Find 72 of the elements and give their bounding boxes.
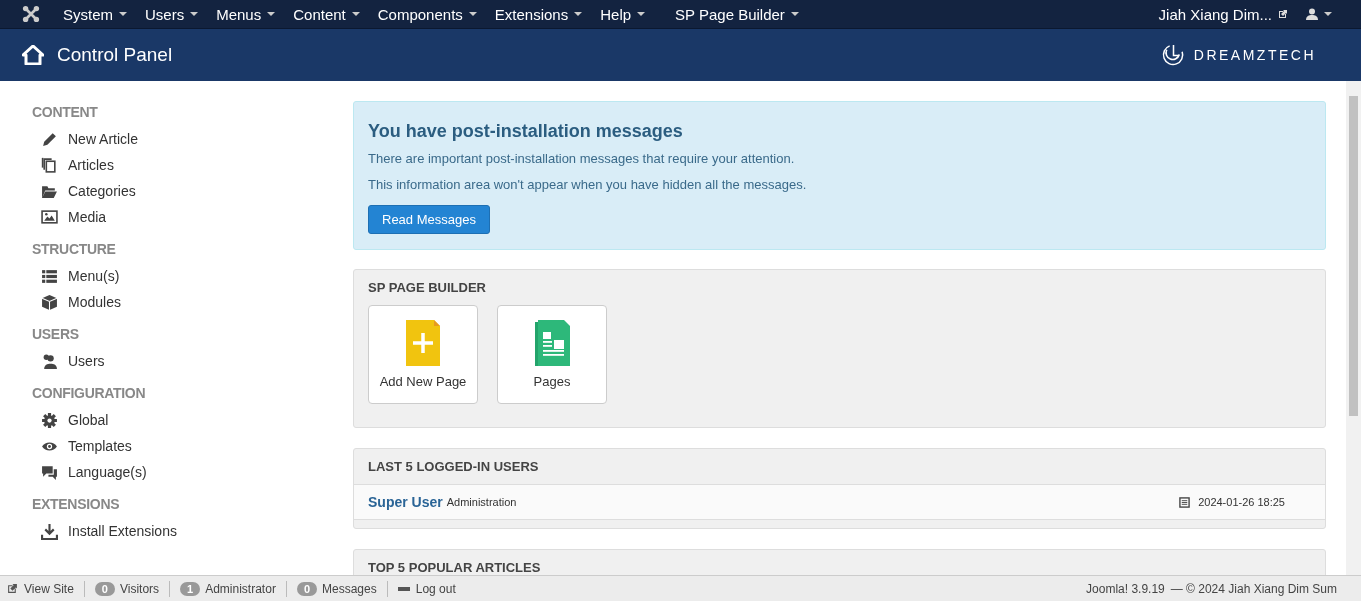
caret-icon — [119, 12, 127, 16]
sidebar-item[interactable]: Modules — [32, 289, 353, 315]
section-heading: STRUCTURE — [32, 241, 117, 257]
view-site-link[interactable]: View Site — [7, 581, 74, 596]
sidebar-item[interactable]: Install Extensions — [32, 518, 353, 544]
download-icon — [41, 522, 58, 540]
alert-text: There are important post-installation messages that require your attention. — [368, 151, 796, 166]
caret-icon — [637, 12, 646, 16]
count-badge: 0 — [296, 581, 317, 596]
external-link-icon — [1278, 9, 1288, 19]
pages-icon — [534, 320, 570, 366]
site-link[interactable]: Jiah Xiang Dim... — [1149, 0, 1297, 28]
section-heading: CONTENT — [32, 104, 99, 120]
caret-icon — [1324, 12, 1332, 16]
menu-item[interactable]: System — [54, 0, 136, 28]
minus-icon — [397, 586, 410, 591]
section-heading: USERS — [32, 326, 80, 342]
section-heading: EXTENSIONS — [32, 496, 121, 512]
sidebar-item[interactable]: Categories — [32, 178, 353, 204]
users-icon — [41, 352, 58, 370]
section-heading: CONFIGURATION — [32, 385, 147, 401]
alert-title: You have post-installation messages — [368, 121, 684, 142]
page-title: Control Panel — [57, 44, 173, 66]
scrollbar[interactable] — [1346, 81, 1361, 576]
list-icon — [41, 267, 58, 285]
sidebar-item[interactable]: Users — [32, 348, 353, 374]
sidebar-item[interactable]: Global — [32, 407, 353, 433]
count-badge: 0 — [94, 581, 115, 596]
user-role: Administration — [446, 496, 517, 508]
caret-icon — [351, 12, 360, 16]
menu-item[interactable]: Users — [136, 0, 208, 28]
login-time: 2024-01-26 18:25 — [1198, 496, 1285, 508]
panel-heading: SP PAGE BUILDER — [368, 280, 487, 295]
menu-item[interactable]: Menus — [207, 0, 285, 28]
read-messages-button[interactable]: Read Messages — [368, 205, 490, 234]
joomla-logo-icon — [22, 5, 40, 23]
caret-icon — [468, 12, 477, 16]
speech-bubbles-icon — [41, 463, 58, 481]
alert-text: This information area won't appear when you have hidden all the messages. — [368, 177, 808, 192]
sidebar-item[interactable]: Templates — [32, 433, 353, 459]
caret-icon — [190, 12, 199, 16]
sidebar-item[interactable]: Articles — [32, 152, 353, 178]
external-link-icon — [7, 583, 18, 594]
menu-item[interactable]: Components — [368, 0, 486, 28]
sidebar-item[interactable]: Menu(s) — [32, 263, 353, 289]
documents-icon — [41, 156, 58, 174]
status-label: Visitors — [119, 581, 160, 596]
sidebar-item[interactable]: Media — [32, 204, 353, 230]
menu-item[interactable]: Help — [591, 0, 655, 28]
cube-icon — [41, 293, 58, 311]
status-label: Administrator — [205, 581, 276, 596]
calendar-icon — [1179, 496, 1191, 508]
count-badge: 1 — [180, 581, 201, 596]
user-icon — [1306, 8, 1318, 20]
caret-icon — [790, 12, 799, 16]
user-link[interactable]: Super User — [368, 494, 443, 510]
shortcut-tile[interactable]: Add New Page — [368, 305, 478, 404]
shortcut-tile[interactable]: Pages — [497, 305, 607, 404]
brand-logo-icon — [1160, 42, 1186, 68]
caret-icon — [267, 12, 276, 16]
sidebar-item[interactable]: New Article — [32, 126, 353, 152]
image-icon — [41, 208, 58, 226]
caret-icon — [574, 12, 583, 16]
brand-name: DREAMZTECH — [1193, 47, 1316, 63]
menu-item[interactable]: Content — [284, 0, 369, 28]
pencil-icon — [41, 130, 58, 148]
menu-item[interactable]: SP Page Builder — [666, 0, 808, 28]
home-icon — [22, 45, 44, 65]
add-page-icon — [405, 320, 441, 366]
sidebar-item[interactable]: Language(s) — [32, 459, 353, 485]
settings-icon — [41, 411, 58, 429]
menu-item[interactable]: Extensions — [485, 0, 592, 28]
